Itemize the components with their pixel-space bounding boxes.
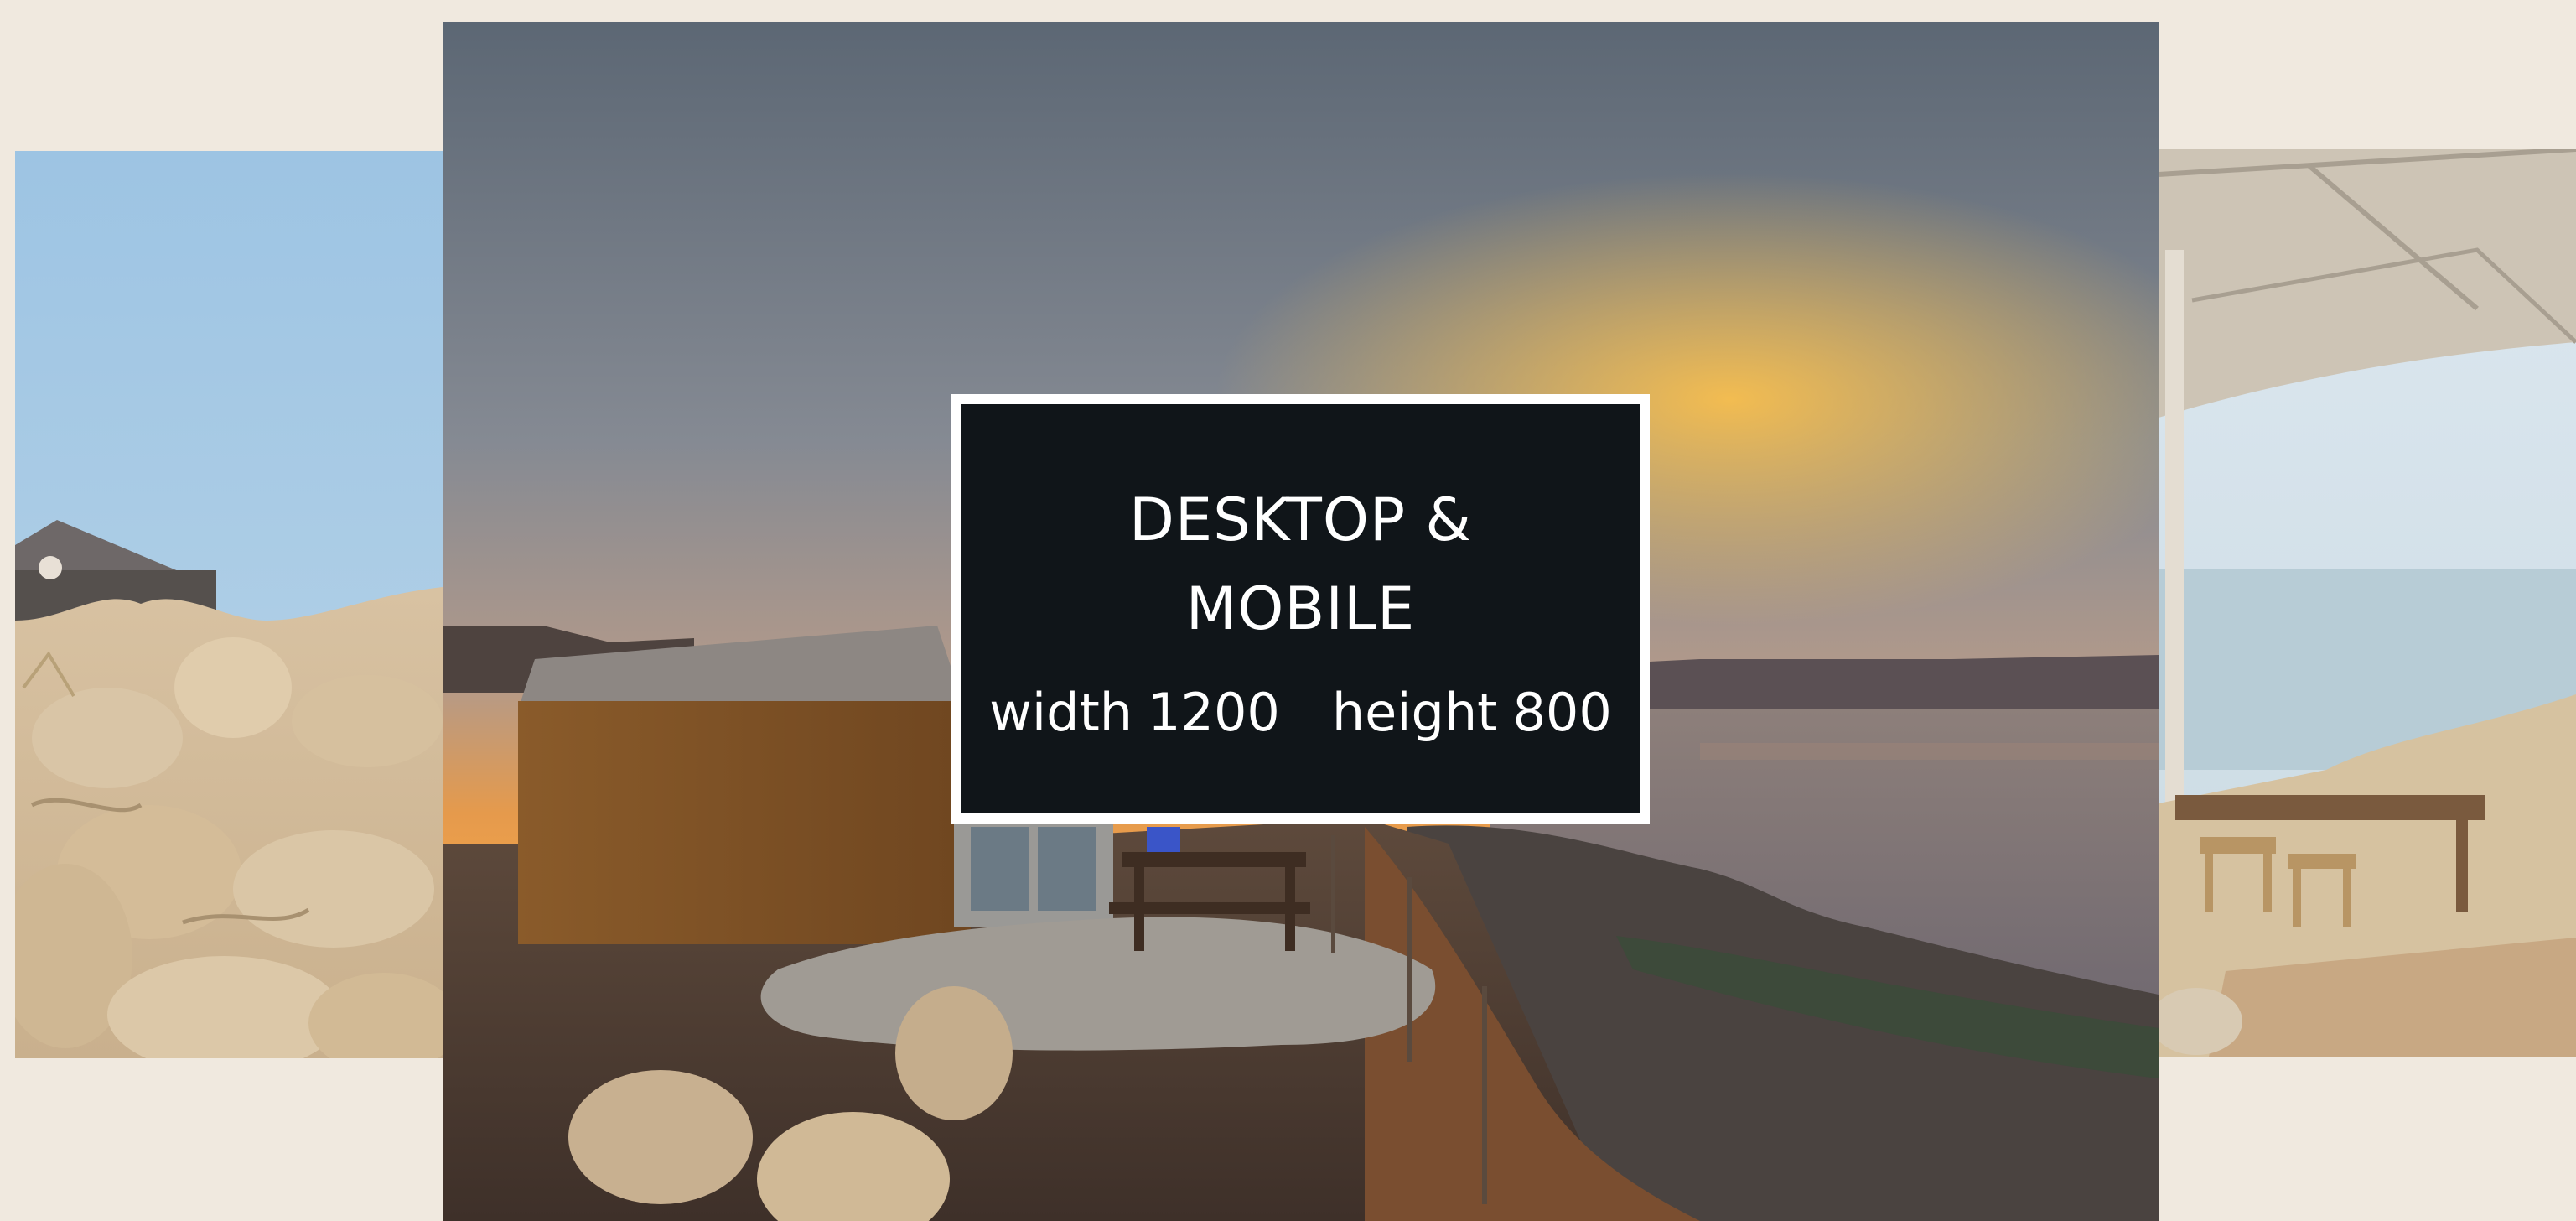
width-label: width: [989, 681, 1133, 743]
width-dimension: width 1200: [989, 682, 1280, 743]
canopy-terrace-photo-icon: [2159, 149, 2576, 1057]
slide-left-photo[interactable]: [15, 151, 443, 1058]
slide-right-photo[interactable]: [2159, 149, 2576, 1057]
carousel-stage: DESKTOP & MOBILE width 1200 height 800: [0, 0, 2576, 1221]
info-title: DESKTOP & MOBILE: [1129, 485, 1472, 643]
height-value: 800: [1512, 681, 1612, 743]
dimensions-row: width 1200 height 800: [989, 682, 1612, 743]
width-value: 1200: [1148, 681, 1280, 743]
height-dimension: height 800: [1332, 682, 1612, 743]
size-info-box: DESKTOP & MOBILE width 1200 height 800: [951, 394, 1650, 824]
rocky-hillside-photo-icon: [15, 151, 443, 1058]
height-label: height: [1331, 681, 1498, 743]
